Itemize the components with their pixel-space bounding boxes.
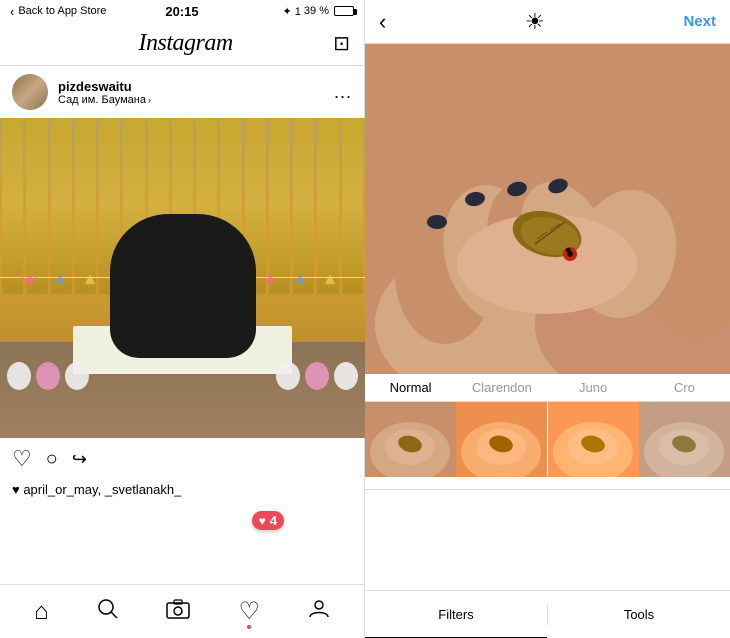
balloons-right	[276, 362, 358, 390]
signal-icon: ✦ 1	[283, 5, 301, 18]
editor-image	[365, 44, 730, 374]
notification-count: 4	[270, 513, 277, 528]
filter-label-normal[interactable]: Normal	[365, 380, 456, 399]
brightness-icon[interactable]: ☀	[525, 9, 545, 35]
location-arrow-icon: ›	[148, 95, 151, 105]
filter-thumb-clarendon[interactable]	[456, 402, 547, 490]
balloons-left	[7, 362, 89, 390]
editor-panel: ‹ ☀ Next	[365, 0, 730, 638]
nav-home-button[interactable]: ⌂	[34, 598, 49, 626]
share-button[interactable]: ↪	[72, 449, 87, 470]
filter-thumb-normal[interactable]	[365, 402, 456, 490]
nav-search-button[interactable]	[96, 597, 118, 626]
username[interactable]: pizdeswaitu	[58, 79, 324, 94]
instagram-panel: ‹ Back to App Store 20:15 ✦ 1 39 % Insta…	[0, 0, 365, 638]
editor-tabs: Filters Tools	[365, 590, 730, 638]
post-image-bg	[0, 118, 365, 438]
status-time: 20:15	[165, 4, 198, 19]
post-menu-button[interactable]: ...	[334, 82, 352, 103]
editor-next-button[interactable]: Next	[683, 13, 716, 30]
likes-row: ♥ april_or_may, _svetlanakh_	[0, 480, 364, 501]
back-arrow-icon: ‹	[10, 4, 14, 19]
filter-thumbnails	[365, 402, 730, 490]
likes-text: ♥ april_or_may, _svetlanakh_	[12, 482, 181, 497]
comment-button[interactable]: ○	[46, 448, 58, 471]
editor-back-button[interactable]: ‹	[379, 9, 386, 35]
instagram-header: Instagram ⊡	[0, 22, 364, 66]
nav-heart-dot	[247, 625, 251, 629]
filter-thumb-cro[interactable]	[639, 402, 730, 490]
filter-labels: Normal Clarendon Juno Cro	[365, 374, 730, 402]
instagram-logo: Instagram	[139, 30, 233, 57]
editor-header: ‹ ☀ Next	[365, 0, 730, 44]
inbox-icon[interactable]: ⊡	[333, 31, 350, 56]
avatar-image	[12, 74, 48, 110]
location-text: Сад им. Баумана	[58, 94, 146, 106]
status-right: ✦ 1 39 %	[283, 5, 354, 18]
badge-heart-icon: ♥	[259, 514, 266, 528]
notification-badge[interactable]: ♥ 4	[252, 511, 284, 530]
hands-background	[365, 44, 730, 374]
status-bar: ‹ Back to App Store 20:15 ✦ 1 39 %	[0, 0, 364, 22]
person-silhouette	[110, 214, 256, 358]
like-button[interactable]: ♡	[12, 446, 32, 472]
filter-thumb-juno[interactable]	[548, 402, 639, 490]
location[interactable]: Сад им. Баумана ›	[58, 94, 324, 106]
back-to-appstore[interactable]: ‹ Back to App Store	[10, 4, 106, 19]
nav-profile-button[interactable]	[308, 597, 330, 626]
bottom-navigation: ⌂ ♡	[0, 584, 364, 638]
tab-tools[interactable]: Tools	[548, 591, 730, 638]
post-header: pizdeswaitu Сад им. Баумана › ...	[0, 66, 364, 118]
filter-label-juno[interactable]: Juno	[548, 380, 639, 399]
tab-filters[interactable]: Filters	[365, 591, 547, 638]
post-user-info: pizdeswaitu Сад им. Баумана ›	[58, 79, 324, 106]
filter-label-cro[interactable]: Cro	[639, 380, 730, 399]
post-actions: ♡ ○ ↪	[0, 438, 364, 480]
battery-percent: 39 %	[304, 5, 329, 17]
filter-label-clarendon[interactable]: Clarendon	[456, 380, 547, 399]
battery-icon	[334, 6, 354, 16]
post-image	[0, 118, 365, 438]
nav-camera-button[interactable]	[166, 598, 190, 626]
nav-heart-button[interactable]: ♡	[238, 597, 260, 626]
back-label: Back to App Store	[18, 5, 106, 17]
avatar[interactable]	[12, 74, 48, 110]
